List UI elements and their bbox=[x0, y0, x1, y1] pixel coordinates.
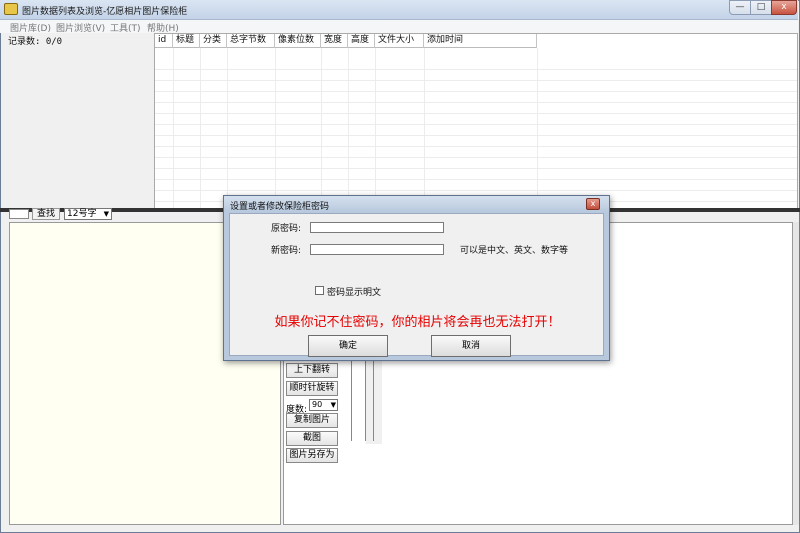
grid-line bbox=[348, 48, 349, 209]
flip-vertical-button[interactable]: 上下翻转 bbox=[286, 363, 338, 378]
old-password-label: 原密码: bbox=[271, 224, 302, 234]
table-row bbox=[155, 180, 797, 191]
chevron-down-icon: ▼ bbox=[330, 401, 336, 409]
grid-line bbox=[321, 48, 322, 209]
table-row bbox=[155, 169, 797, 180]
font-size-select[interactable]: 12号字 ▼ bbox=[64, 208, 112, 220]
text-color-swatch[interactable] bbox=[9, 209, 29, 219]
degrees-value: 90 bbox=[312, 400, 323, 409]
table-row bbox=[155, 92, 797, 103]
divider bbox=[351, 356, 352, 441]
divider bbox=[373, 356, 374, 441]
new-password-hint: 可以是中文、英文、数字等 bbox=[460, 246, 569, 256]
grid-line bbox=[200, 48, 201, 209]
grid-line bbox=[537, 48, 538, 209]
grid-line bbox=[375, 48, 376, 209]
list-header: id 标题 分类 总字节数 像素位数 宽度 高度 文件大小 添加时间 bbox=[155, 34, 537, 48]
menu-bar: 图片库(D) 图片浏览(V) 工具(T) 帮助(H) bbox=[0, 20, 798, 34]
column-header-width[interactable]: 宽度 bbox=[321, 34, 348, 48]
degrees-select[interactable]: 90 ▼ bbox=[309, 399, 338, 411]
copy-image-button[interactable]: 复制图片 bbox=[286, 413, 338, 428]
table-row bbox=[155, 59, 797, 70]
window-title: 图片数据列表及浏览-亿愿相片图片保险柜 bbox=[22, 7, 188, 17]
app-safe-icon bbox=[4, 3, 18, 15]
column-header-added-time[interactable]: 添加时间 bbox=[424, 34, 537, 48]
table-row bbox=[155, 136, 797, 147]
grid-line bbox=[173, 48, 174, 209]
dialog-title: 设置或者修改保险柜密码 bbox=[230, 202, 330, 212]
column-header-total-bytes[interactable]: 总字节数 bbox=[227, 34, 275, 48]
grid-line bbox=[424, 48, 425, 209]
warning-message: 如果你记不住密码，你的相片将会再也无法打开！ bbox=[274, 315, 561, 330]
vertical-scrollbar[interactable] bbox=[793, 222, 799, 525]
cancel-button[interactable]: 取消 bbox=[431, 335, 511, 357]
record-count: 记录数: 0/0 bbox=[8, 37, 63, 47]
rotate-clockwise-button[interactable]: 顺时针旋转 bbox=[286, 381, 338, 396]
divider bbox=[365, 356, 366, 441]
column-header-title[interactable]: 标题 bbox=[173, 34, 200, 48]
table-row bbox=[155, 114, 797, 125]
column-header-bit-depth[interactable]: 像素位数 bbox=[275, 34, 321, 48]
show-plain-label: 密码显示明文 bbox=[327, 288, 382, 298]
category-pane[interactable] bbox=[2, 33, 152, 210]
image-strip bbox=[366, 356, 382, 444]
dialog-close-button[interactable]: x bbox=[586, 198, 600, 210]
grid-line bbox=[275, 48, 276, 209]
chevron-down-icon: ▼ bbox=[103, 210, 109, 218]
column-header-file-size[interactable]: 文件大小 bbox=[375, 34, 424, 48]
grid-line bbox=[227, 48, 228, 209]
password-dialog: 设置或者修改保险柜密码 x 原密码: 新密码: 可以是中文、英文、数字等 密码显… bbox=[223, 195, 610, 361]
screenshot-button[interactable]: 截图 bbox=[286, 431, 338, 446]
dialog-body: 原密码: 新密码: 可以是中文、英文、数字等 密码显示明文 如果你记不住密码，你… bbox=[229, 213, 604, 357]
find-button[interactable]: 查找 bbox=[32, 208, 60, 220]
close-window-button[interactable]: x bbox=[771, 0, 797, 15]
table-row bbox=[155, 147, 797, 158]
image-list[interactable]: id 标题 分类 总字节数 像素位数 宽度 高度 文件大小 添加时间 bbox=[154, 33, 798, 210]
table-row bbox=[155, 103, 797, 114]
save-image-as-button[interactable]: 图片另存为 bbox=[286, 448, 338, 463]
new-password-input[interactable] bbox=[310, 244, 444, 255]
table-row bbox=[155, 125, 797, 136]
maximize-button[interactable]: □ bbox=[750, 0, 772, 15]
column-header-id[interactable]: id bbox=[155, 34, 173, 48]
table-row bbox=[155, 158, 797, 169]
new-password-label: 新密码: bbox=[271, 246, 302, 256]
dialog-title-bar: 设置或者修改保险柜密码 x bbox=[224, 196, 609, 212]
old-password-input[interactable] bbox=[310, 222, 444, 233]
font-size-value: 12号字 bbox=[67, 209, 97, 219]
table-row bbox=[155, 81, 797, 92]
title-bar: 图片数据列表及浏览-亿愿相片图片保险柜 bbox=[0, 0, 798, 20]
column-header-category[interactable]: 分类 bbox=[200, 34, 227, 48]
column-header-height[interactable]: 高度 bbox=[348, 34, 375, 48]
minimize-button[interactable]: — bbox=[729, 0, 751, 15]
table-row bbox=[155, 70, 797, 81]
show-plain-checkbox[interactable] bbox=[315, 286, 324, 295]
ok-button[interactable]: 确定 bbox=[308, 335, 388, 357]
